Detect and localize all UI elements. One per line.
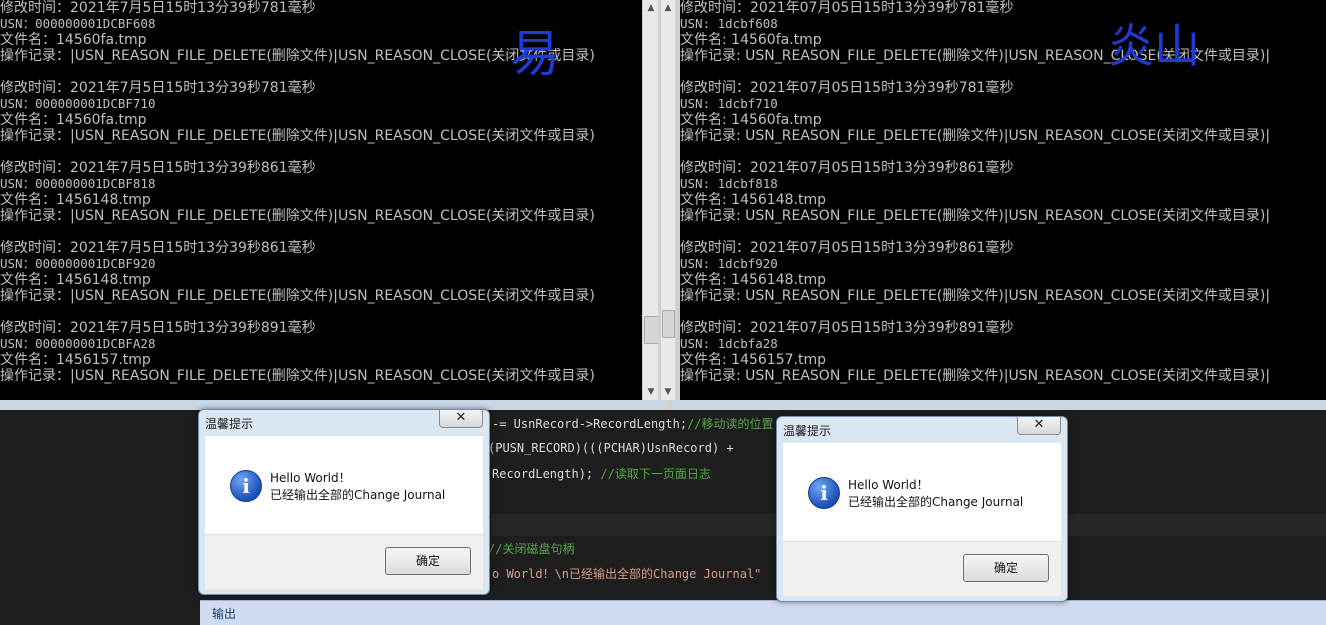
record-operation-line: 操作记录: USN_REASON_FILE_DELETE(删除文件)|USN_R… xyxy=(680,288,1271,304)
right-console-scrollbar[interactable]: ▲ ▼ xyxy=(660,0,675,400)
dialog-message-line2: 已经输出全部的Change Journal xyxy=(270,488,446,502)
record-operation-line: 操作记录：|USN_REASON_FILE_DELETE(删除文件)|USN_R… xyxy=(0,128,595,144)
handwritten-annotation-right: 炎山 xyxy=(1108,19,1200,73)
scroll-down-arrow-icon[interactable]: ▼ xyxy=(643,384,659,400)
scroll-thumb[interactable] xyxy=(662,310,675,338)
record-usn-line: USN: 1dcbf608 xyxy=(680,16,778,31)
record-time-line: 修改时间：2021年07月05日15时13分39秒861毫秒 xyxy=(680,160,1014,176)
left-console-scrollbar[interactable]: ▲ ▼ xyxy=(642,0,659,400)
right-console-output: 修改时间：2021年07月05日15时13分39秒781毫秒 USN: 1dcbf… xyxy=(680,0,1326,400)
record-filename-line: 文件名：1456148.tmp xyxy=(0,192,151,208)
dialog-message-line1: Hello World！ xyxy=(270,471,351,485)
right-console-frame xyxy=(672,400,1326,410)
scroll-down-arrow-icon[interactable]: ▼ xyxy=(661,384,675,400)
record-usn-line: USN：000000001DCBF818 xyxy=(0,176,156,191)
record-filename-line: 文件名：1456148.tmp xyxy=(0,272,151,288)
ok-button[interactable]: 确定 xyxy=(963,554,1049,582)
message-dialog-right: 温馨提示 ✕ i Hello World！ 已经输出全部的Change Jour… xyxy=(776,416,1068,602)
record-time-line: 修改时间：2021年07月05日15时13分39秒781毫秒 xyxy=(680,80,1014,96)
record-filename-line: 文件名: 1456157.tmp xyxy=(680,352,826,368)
dialog-message-line1: Hello World！ xyxy=(848,478,929,492)
code-line: o World！\n已经输出全部的Change Journal" xyxy=(492,567,762,581)
record-operation-line: 操作记录：|USN_REASON_FILE_DELETE(删除文件)|USN_R… xyxy=(0,288,595,304)
record-filename-line: 文件名: 1456148.tmp xyxy=(680,272,826,288)
record-usn-line: USN: 1dcbf818 xyxy=(680,176,778,191)
dialog-footer: 确定 xyxy=(783,541,1061,596)
scroll-up-arrow-icon[interactable]: ▲ xyxy=(661,0,675,16)
dialog-body: i Hello World！ 已经输出全部的Change Journal xyxy=(783,443,1061,541)
ok-button[interactable]: 确定 xyxy=(385,547,471,575)
scroll-thumb[interactable] xyxy=(644,316,659,344)
record-usn-line: USN: 1dcbf920 xyxy=(680,256,778,271)
record-usn-line: USN：000000001DCBF710 xyxy=(0,96,156,111)
code-line: (PUSN_RECORD)(((PCHAR)UsnRecord) + xyxy=(488,441,734,455)
record-filename-line: 文件名: 14560fa.tmp xyxy=(680,112,822,128)
code-line: -= UsnRecord->RecordLength;//移动读的位置 xyxy=(492,417,774,431)
record-time-line: 修改时间：2021年07月05日15时13分39秒891毫秒 xyxy=(680,320,1014,336)
record-usn-line: USN：000000001DCBF920 xyxy=(0,256,156,271)
record-time-line: 修改时间：2021年07月05日15时13分39秒781毫秒 xyxy=(680,0,1014,16)
record-operation-line: 操作记录: USN_REASON_FILE_DELETE(删除文件)|USN_R… xyxy=(680,128,1271,144)
record-filename-line: 文件名：14560fa.tmp xyxy=(0,112,147,128)
record-usn-line: USN: 1dcbf710 xyxy=(680,96,778,111)
record-filename-line: 文件名: 1456148.tmp xyxy=(680,192,826,208)
record-operation-line: 操作记录: USN_REASON_FILE_DELETE(删除文件)|USN_R… xyxy=(680,368,1271,384)
dialog-footer: 确定 xyxy=(205,534,483,589)
close-icon[interactable]: ✕ xyxy=(439,410,483,428)
record-operation-line: 操作记录: USN_REASON_FILE_DELETE(删除文件)|USN_R… xyxy=(680,208,1271,224)
record-operation-line: 操作记录：|USN_REASON_FILE_DELETE(删除文件)|USN_R… xyxy=(0,208,595,224)
code-line: RecordLength); //读取下一页面日志 xyxy=(492,467,711,481)
scroll-up-arrow-icon[interactable]: ▲ xyxy=(643,0,659,16)
record-filename-line: 文件名：1456157.tmp xyxy=(0,352,151,368)
record-time-line: 修改时间：2021年7月5日15时13分39秒891毫秒 xyxy=(0,320,316,336)
record-time-line: 修改时间：2021年7月5日15时13分39秒861毫秒 xyxy=(0,240,316,256)
record-filename-line: 文件名: 14560fa.tmp xyxy=(680,32,822,48)
dialog-title: 温馨提示 xyxy=(205,417,254,431)
message-dialog-left: 温馨提示 ✕ i Hello World！ 已经输出全部的Change Jour… xyxy=(198,409,490,595)
info-icon: i xyxy=(808,477,840,509)
code-line: //关闭磁盘句柄 xyxy=(488,542,575,556)
record-operation-line: 操作记录：|USN_REASON_FILE_DELETE(删除文件)|USN_R… xyxy=(0,368,595,384)
record-usn-line: USN: 1dcbfa28 xyxy=(680,336,778,351)
record-time-line: 修改时间：2021年7月5日15时13分39秒861毫秒 xyxy=(0,160,316,176)
record-usn-line: USN：000000001DCBFA28 xyxy=(0,336,156,351)
record-time-line: 修改时间：2021年07月05日15时13分39秒861毫秒 xyxy=(680,240,1014,256)
dialog-message-line2: 已经输出全部的Change Journal xyxy=(848,495,1024,509)
output-panel-header[interactable]: 输出 xyxy=(200,600,1326,625)
handwritten-annotation-left: 易 xyxy=(510,25,560,83)
close-icon[interactable]: ✕ xyxy=(1017,417,1061,435)
info-icon: i xyxy=(230,470,262,502)
dialog-title: 温馨提示 xyxy=(783,424,832,438)
record-operation-line: 操作记录: USN_REASON_FILE_DELETE(删除文件)|USN_R… xyxy=(680,48,1271,64)
dialog-body: i Hello World！ 已经输出全部的Change Journal xyxy=(205,436,483,534)
output-panel-title: 输出 xyxy=(212,607,237,621)
